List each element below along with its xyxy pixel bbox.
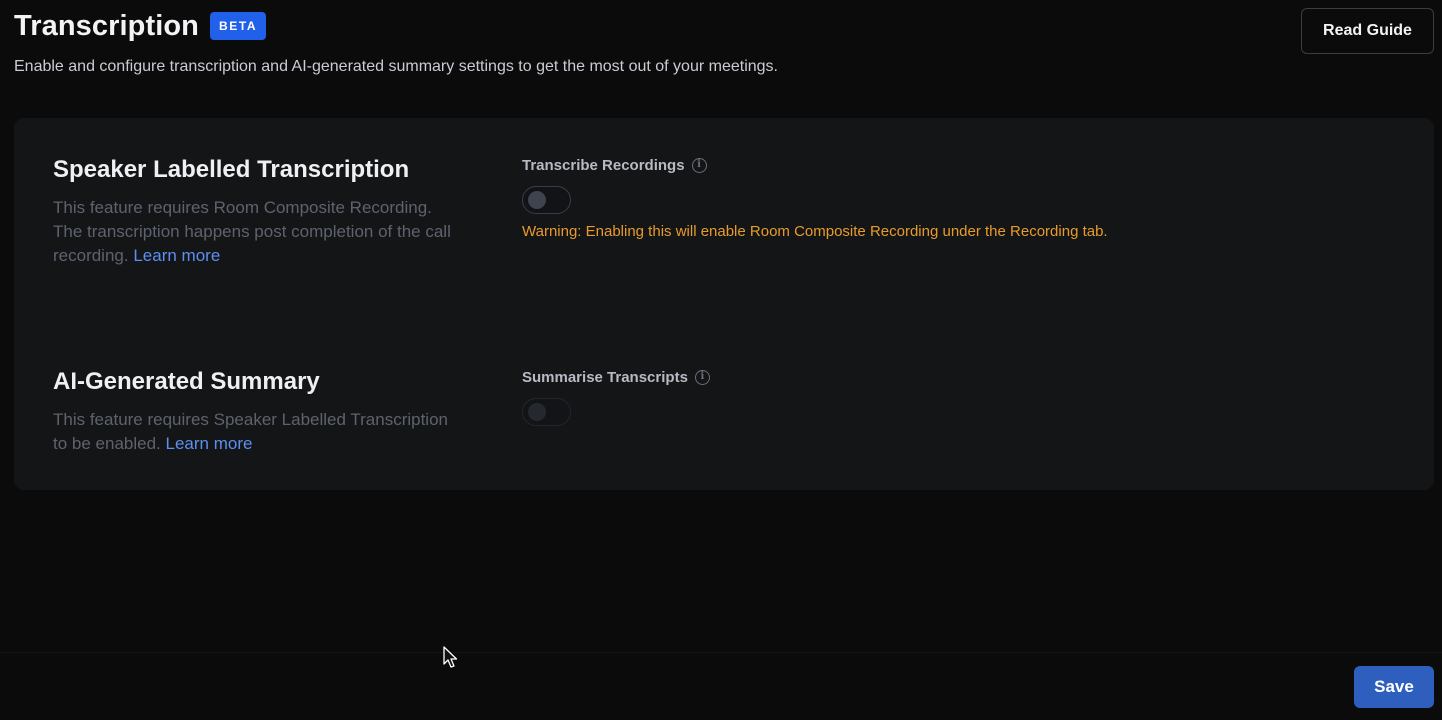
save-button[interactable]: Save <box>1354 666 1434 708</box>
section-controls: Summarise Transcripts i <box>522 366 1322 426</box>
title-row: Transcription BETA <box>14 8 1434 44</box>
page-header: Transcription BETA Enable and configure … <box>14 8 1434 88</box>
toggle-knob <box>528 191 546 209</box>
field-label: Transcribe Recordings i <box>522 154 1322 176</box>
section-description: This feature requires Speaker Labelled T… <box>53 408 453 456</box>
section-description: This feature requires Room Composite Rec… <box>53 196 453 268</box>
field-label: Summarise Transcripts i <box>522 366 1322 388</box>
section-controls: Transcribe Recordings i Warning: Enablin… <box>522 154 1322 240</box>
toggle-knob <box>528 403 546 421</box>
read-guide-button[interactable]: Read Guide <box>1301 8 1434 54</box>
settings-panel: Speaker Labelled Transcription This feat… <box>14 118 1434 490</box>
field-label-text: Summarise Transcripts <box>522 368 688 386</box>
cursor-arrow-icon <box>443 646 458 668</box>
info-icon[interactable]: i <box>694 369 710 385</box>
summarise-transcripts-toggle[interactable] <box>522 398 571 426</box>
info-icon[interactable]: i <box>691 157 707 173</box>
section-description-text: This feature requires Room Composite Rec… <box>53 198 451 265</box>
page-subtitle: Enable and configure transcription and A… <box>14 58 778 75</box>
beta-badge: BETA <box>210 12 267 40</box>
transcription-settings-page: Transcription BETA Enable and configure … <box>0 0 1442 720</box>
section-info: Speaker Labelled Transcription This feat… <box>53 154 453 268</box>
warning-text: Warning: Enabling this will enable Room … <box>522 223 1108 240</box>
transcribe-recordings-toggle[interactable] <box>522 186 571 214</box>
section-title: AI-Generated Summary <box>53 368 320 395</box>
footer-divider <box>0 652 1442 653</box>
field-label-text: Transcribe Recordings <box>522 156 685 174</box>
learn-more-link[interactable]: Learn more <box>166 434 253 453</box>
learn-more-link[interactable]: Learn more <box>133 246 220 265</box>
section-title: Speaker Labelled Transcription <box>53 156 410 183</box>
page-title: Transcription <box>14 9 199 42</box>
section-info: AI-Generated Summary This feature requir… <box>53 366 453 456</box>
